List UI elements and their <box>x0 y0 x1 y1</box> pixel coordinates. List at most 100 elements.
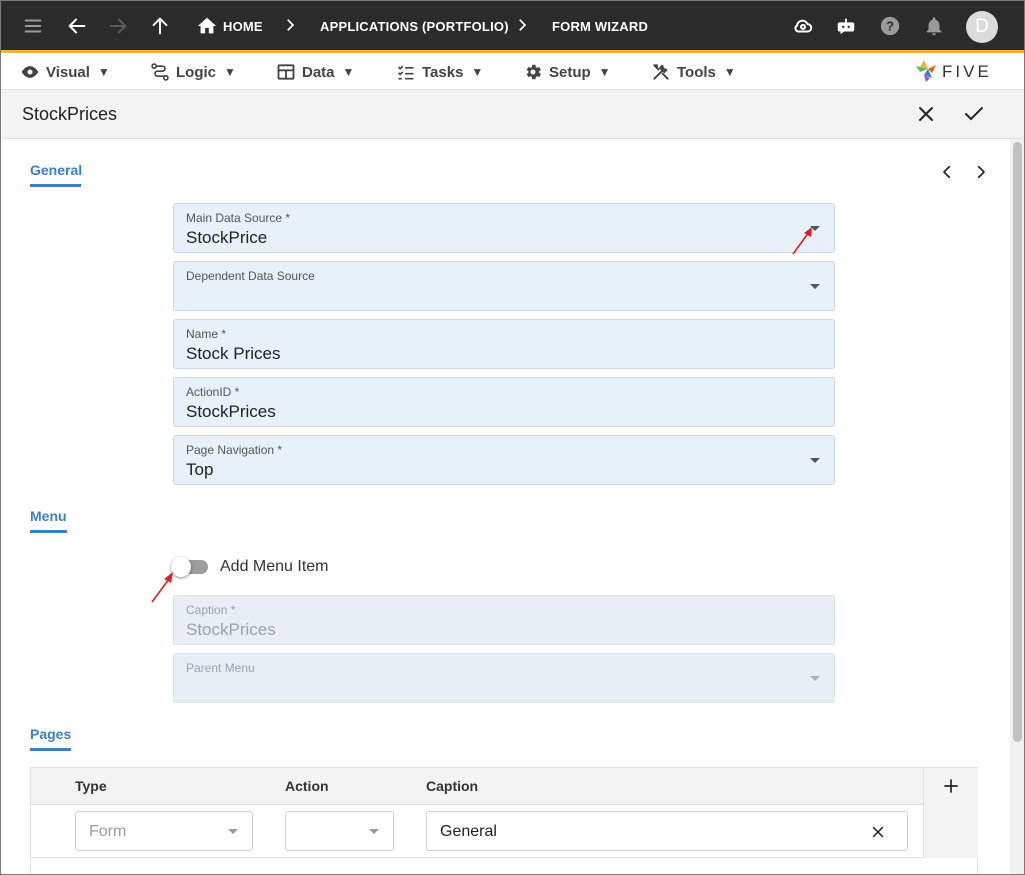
checklist-icon <box>397 65 414 80</box>
chevron-right-icon <box>513 16 531 34</box>
pages-table: Type Action Caption Form General <box>30 767 978 875</box>
field-label: Caption * <box>186 603 236 617</box>
chat-bot-icon[interactable] <box>831 11 861 41</box>
flow-icon <box>151 63 169 81</box>
back-arrow-icon[interactable] <box>62 11 92 41</box>
main-data-source-select[interactable]: Main Data Source * StockPrice <box>173 203 835 253</box>
tab-pages-label: Pages <box>30 726 72 742</box>
menu-visual-label: Visual <box>46 63 90 81</box>
caret-icon: ▼ <box>471 65 484 79</box>
save-button[interactable] <box>962 102 986 126</box>
tools-icon <box>653 64 669 80</box>
page-type-select[interactable]: Form <box>75 811 253 851</box>
form-content: General Main Data Source * StockPrice De… <box>0 139 1010 875</box>
caption-field: Caption * StockPrices <box>173 595 835 645</box>
annotation-arrow-icon <box>792 227 812 255</box>
menu-tasks[interactable]: Tasks ▼ <box>396 62 483 82</box>
check-icon <box>965 107 983 121</box>
five-logo: FIVE <box>916 60 992 82</box>
caret-icon: ▼ <box>723 65 736 79</box>
field-value: Stock Prices <box>186 344 281 363</box>
up-arrow-icon[interactable] <box>145 11 175 41</box>
forward-arrow-icon[interactable] <box>103 11 133 41</box>
field-label: Dependent Data Source <box>186 269 315 283</box>
chevron-right-icon <box>977 165 985 179</box>
menu-tools-label: Tools <box>677 63 716 81</box>
page-title: StockPrices <box>22 104 118 124</box>
table-row: Form General <box>31 805 923 858</box>
page-caption-input[interactable]: General <box>426 811 908 851</box>
home-icon[interactable] <box>192 11 222 41</box>
breadcrumb-home[interactable]: HOME <box>223 19 263 34</box>
add-menu-item-toggle[interactable] <box>171 557 208 577</box>
close-icon <box>919 107 933 121</box>
next-page-button[interactable] <box>972 163 990 181</box>
five-logo-mark <box>916 60 936 82</box>
vertical-scrollbar[interactable] <box>1010 139 1025 875</box>
field-label: Name * <box>186 327 227 341</box>
dropdown-arrow-icon[interactable] <box>369 829 379 834</box>
menu-tools[interactable]: Tools ▼ <box>651 62 736 82</box>
breadcrumb-applications[interactable]: APPLICATIONS (PORTFOLIO) <box>320 19 509 34</box>
avatar[interactable]: D <box>966 11 998 43</box>
column-header-action: Action <box>285 778 329 794</box>
menu-data-label: Data <box>302 63 335 81</box>
menu-setup-label: Setup <box>549 63 591 81</box>
eye-icon <box>21 66 39 78</box>
hamburger-icon[interactable] <box>18 11 48 41</box>
field-label: Page Navigation * <box>186 443 283 457</box>
tab-menu-label: Menu <box>30 508 67 524</box>
tab-underline <box>30 748 71 751</box>
tab-pages[interactable]: Pages <box>30 726 72 751</box>
field-value: StockPrice <box>186 228 268 247</box>
page-action-select[interactable] <box>285 811 394 851</box>
form-title-bar: StockPrices <box>0 90 1025 139</box>
page-caption-value: General <box>440 823 497 840</box>
dropdown-arrow-icon[interactable] <box>228 829 238 834</box>
cancel-button[interactable] <box>914 102 938 126</box>
menu-data[interactable]: Data ▼ <box>276 62 354 82</box>
name-field[interactable]: Name * Stock Prices <box>173 319 835 369</box>
field-label: ActionID * <box>186 385 240 399</box>
column-header-type: Type <box>75 778 107 794</box>
tab-general[interactable]: General <box>30 162 82 187</box>
gear-icon <box>526 64 541 80</box>
dropdown-arrow-icon[interactable] <box>810 458 820 463</box>
avatar-initial: D <box>975 16 989 37</box>
caret-icon: ▼ <box>224 65 236 79</box>
breadcrumb-form-wizard: FORM WIZARD <box>552 19 649 34</box>
table-icon <box>277 64 295 80</box>
notification-bell-icon[interactable] <box>919 11 949 41</box>
annotation-arrow-icon <box>151 572 173 603</box>
field-label: Main Data Source * <box>186 211 291 225</box>
add-page-button[interactable] <box>941 776 961 796</box>
field-value: StockPrices <box>186 402 276 421</box>
chevron-right-icon <box>281 16 299 34</box>
page-navigation-select[interactable]: Page Navigation * Top <box>173 435 835 485</box>
previous-page-button[interactable] <box>938 163 956 181</box>
parent-menu-select: Parent Menu <box>173 653 835 703</box>
tab-menu[interactable]: Menu <box>30 508 67 533</box>
column-header-caption: Caption <box>426 778 479 794</box>
dropdown-arrow-icon[interactable] <box>810 284 820 289</box>
help-icon[interactable]: ? <box>875 11 905 41</box>
scrollbar-thumb[interactable] <box>1013 142 1022 742</box>
menu-visual[interactable]: Visual ▼ <box>20 62 110 82</box>
pages-table-header: Type Action Caption <box>31 768 923 805</box>
menu-logic[interactable]: Logic ▼ <box>150 62 236 82</box>
clear-caption-button[interactable] <box>869 823 887 841</box>
dropdown-arrow-icon <box>810 676 820 681</box>
dependent-data-source-select[interactable]: Dependent Data Source <box>173 261 835 311</box>
action-id-field[interactable]: ActionID * StockPrices <box>173 377 835 427</box>
caret-icon: ▼ <box>97 65 110 79</box>
five-logo-text: FIVE <box>942 62 992 81</box>
app-bar: HOME APPLICATIONS (PORTFOLIO) FORM WIZAR… <box>0 0 1025 53</box>
cloud-sync-icon[interactable] <box>788 11 818 41</box>
menu-setup[interactable]: Setup ▼ <box>523 62 611 82</box>
field-label: Parent Menu <box>186 661 255 675</box>
caret-icon: ▼ <box>598 65 611 79</box>
caret-icon: ▼ <box>342 65 355 79</box>
chevron-left-icon <box>943 165 951 179</box>
add-menu-item-label: Add Menu Item <box>220 558 329 575</box>
svg-text:?: ? <box>886 19 894 34</box>
